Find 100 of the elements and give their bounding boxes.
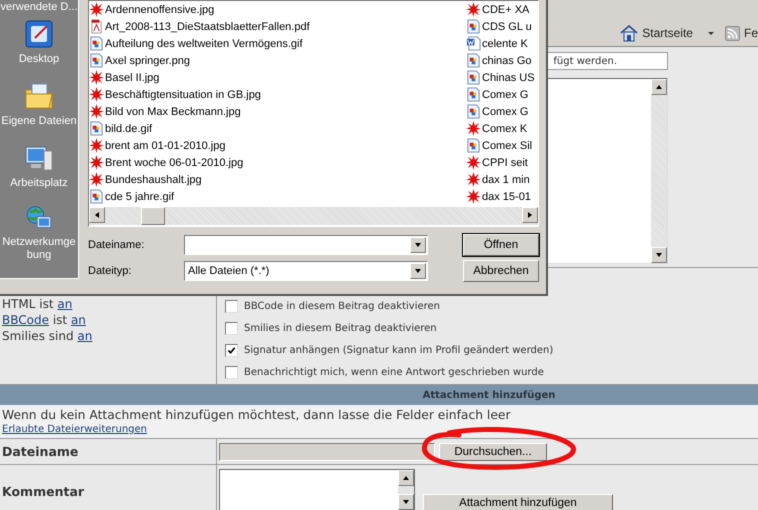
file-name[interactable]: Art_2008-113_DieStaatsblaetterFallen.pdf — [105, 20, 310, 32]
image-file-icon — [466, 104, 481, 119]
field-label: Kommentar — [1, 483, 86, 501]
checkbox[interactable] — [225, 322, 238, 334]
splat-icon — [466, 189, 481, 204]
scroll-down-button[interactable] — [398, 494, 414, 510]
file-name[interactable]: Axel springer.png — [105, 54, 190, 66]
scroll-thumb[interactable] — [141, 207, 165, 225]
file-name[interactable]: Brent woche 06-01-2010.jpg — [105, 156, 244, 168]
up-arrow-icon — [402, 474, 410, 482]
down-arrow-icon — [402, 498, 410, 506]
scroll-up-button[interactable] — [651, 79, 667, 95]
link[interactable]: an — [57, 297, 72, 311]
splat-icon — [89, 172, 104, 187]
image-file-icon — [466, 87, 481, 102]
home-icon[interactable] — [620, 24, 638, 42]
splat-icon — [466, 172, 481, 187]
splat-icon — [89, 2, 104, 17]
file-name[interactable]: bild.de.gif — [105, 122, 152, 134]
splat-icon — [89, 87, 104, 102]
scroll-right-button[interactable] — [522, 207, 538, 223]
scroll-left-button[interactable] — [89, 207, 105, 223]
splat-icon — [466, 121, 481, 136]
dropdown-button[interactable] — [410, 263, 426, 279]
scroll-down-button[interactable] — [651, 247, 667, 263]
scrollbar[interactable] — [398, 470, 414, 510]
image-file-icon — [89, 121, 104, 136]
caret-icon[interactable] — [706, 29, 715, 37]
file-name[interactable]: dax 1 min — [482, 174, 530, 186]
place-label[interactable]: Desktop — [1, 53, 77, 66]
place-label[interactable]: Netzwerkumgebung — [1, 236, 77, 262]
file-name[interactable]: Comex G — [482, 88, 528, 100]
down-arrow-icon — [655, 251, 663, 259]
file-name[interactable]: Bild von Max Beckmann.jpg — [105, 106, 241, 118]
add-attachment-button[interactable]: Attachment hinzufügen — [423, 494, 613, 510]
splat-icon — [466, 2, 481, 17]
caret-icon — [414, 267, 422, 275]
home-link[interactable]: Startseite — [642, 26, 693, 40]
dropdown-button[interactable] — [410, 237, 426, 253]
image-file-icon — [89, 189, 104, 204]
left-arrow-icon — [93, 211, 101, 219]
file-name[interactable]: Basel II.jpg — [105, 72, 160, 84]
place-label[interactable]: Eigene Dateien — [1, 115, 77, 128]
file-name[interactable]: dax 15-01 — [482, 190, 531, 202]
splat-icon — [89, 70, 104, 85]
splat-icon — [89, 155, 104, 170]
feeds-link[interactable]: Fe — [744, 26, 758, 40]
checkbox[interactable] — [225, 366, 238, 378]
file-name[interactable]: Chinas US — [482, 72, 535, 84]
file-name[interactable]: celente K — [482, 38, 528, 50]
allowed-extensions-link[interactable]: Erlaubte Dateierweiterungen — [2, 424, 148, 435]
checkbox[interactable] — [225, 300, 238, 312]
image-file-icon — [466, 53, 481, 68]
field-label: Dateiname — [1, 443, 80, 461]
field-label: Dateiname: — [88, 239, 146, 251]
hint-text: Wenn du kein Attachment hinzufügen möchtest, dann lasse die Felder einfach leer — [2, 407, 511, 424]
file-name[interactable]: Comex K — [482, 122, 528, 134]
check-icon — [227, 346, 236, 354]
file-name[interactable]: CPPI seit — [482, 156, 528, 168]
file-name[interactable]: Comex G — [482, 106, 528, 118]
scroll-up-button[interactable] — [398, 470, 414, 486]
file-name[interactable]: CDE+ XA — [482, 4, 530, 16]
option-label: Signatur anhängen (Signatur kann im Profil geändert werden) — [244, 344, 554, 356]
link[interactable]: an — [70, 313, 86, 327]
splat-icon — [89, 104, 104, 119]
word-document-icon — [466, 36, 481, 51]
rss-feed-icon[interactable] — [724, 26, 740, 40]
image-file-icon — [89, 53, 104, 68]
link[interactable]: BBCode — [2, 313, 49, 327]
place-label[interactable]: verwendete D... — [0, 1, 78, 14]
place-label[interactable]: Arbeitsplatz — [1, 177, 77, 190]
cancel-button[interactable]: Abbrechen — [463, 260, 539, 282]
file-name[interactable]: Bundeshaushalt.jpg — [105, 174, 202, 186]
file-name[interactable]: brent am 01-01-2010.jpg — [105, 140, 226, 152]
checkbox[interactable] — [225, 344, 238, 356]
splat-icon — [466, 155, 481, 170]
scrollbar[interactable] — [651, 79, 667, 263]
caret-icon — [414, 241, 422, 249]
up-arrow-icon — [655, 83, 663, 91]
field-label: Dateityp: — [88, 265, 132, 277]
section-title: Attachment hinzufügen — [422, 390, 556, 400]
right-arrow-icon — [526, 211, 534, 219]
link[interactable]: an — [77, 329, 92, 343]
status-line: HTML ist an — [2, 296, 72, 312]
open-button[interactable]: Öffnen — [463, 234, 539, 256]
comment-textarea[interactable] — [219, 469, 415, 510]
file-name[interactable]: chinas Go — [482, 54, 532, 66]
browse-button[interactable]: Durchsuchen... — [439, 442, 547, 460]
filename-combobox[interactable] — [184, 235, 428, 255]
file-path-field[interactable] — [219, 442, 435, 460]
file-name[interactable]: Ardennenoffensive.jpg — [105, 4, 214, 16]
file-name[interactable]: CDS GL u — [482, 20, 532, 32]
status-line: Smilies sind an — [2, 328, 92, 344]
file-name[interactable]: Aufteilung des weltweiten Vermögens.gif — [105, 38, 303, 50]
option-label: BBCode in diesem Beitrag deaktivieren — [244, 300, 440, 312]
filetype-combobox[interactable]: Alle Dateien (*.*) — [184, 261, 428, 281]
file-name[interactable]: Beschäftigtensituation in GB.jpg — [105, 88, 261, 100]
horizontal-scrollbar[interactable] — [89, 207, 538, 225]
file-name[interactable]: cde 5 jahre.gif — [105, 190, 174, 202]
file-name[interactable]: Comex Sil — [482, 140, 532, 152]
